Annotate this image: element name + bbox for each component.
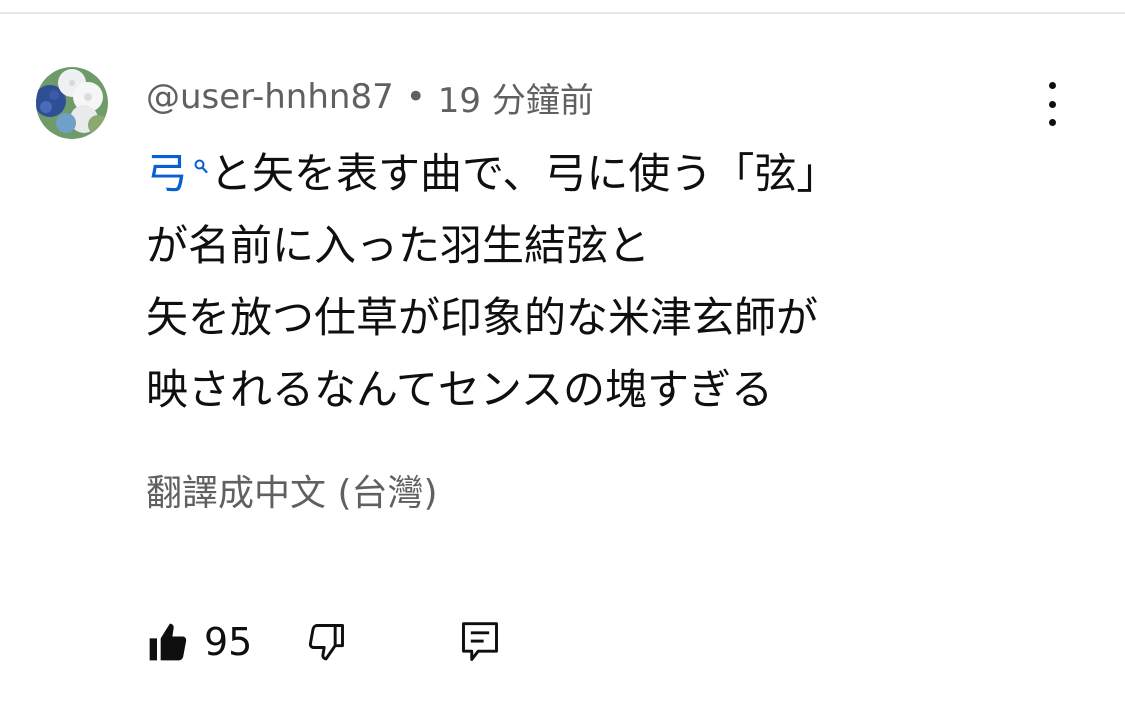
avatar[interactable] [36, 67, 108, 139]
like-count: 95 [204, 620, 253, 664]
search-icon [194, 159, 208, 174]
comment-text: 弓と矢を表す曲で、弓に使う「弦」 が名前に入った羽生結弦と 矢を放つ仕草が印象的… [146, 138, 1046, 426]
comment-reply-icon [462, 622, 499, 661]
comment-line-3: 矢を放つ仕草が印象的な米津玄師が [146, 293, 819, 342]
reply-button[interactable] [458, 618, 502, 666]
comment-actions: 95 [146, 612, 502, 672]
dislike-button[interactable] [304, 620, 348, 664]
thumbs-up-filled-icon [149, 623, 187, 661]
author-handle[interactable]: @user-hnhn87 [146, 77, 394, 117]
thumbs-down-outline-icon [309, 624, 345, 661]
search-term-link[interactable]: 弓 [146, 149, 210, 198]
comment-header: @user-hnhn87 • 19 分鐘前 [146, 72, 594, 122]
like-button[interactable]: 95 [146, 620, 252, 664]
more-vertical-icon [1048, 82, 1056, 89]
comment-line-1-text: と矢を表す曲で、弓に使う「弦」 [210, 149, 839, 198]
more-options-button[interactable] [1032, 82, 1072, 126]
top-divider [0, 12, 1125, 14]
comment-line-4: 映されるなんてセンスの塊すぎる [146, 365, 774, 414]
more-vertical-icon-dot [1048, 100, 1056, 108]
translate-button[interactable]: 翻譯成中文 (台灣) [146, 466, 438, 522]
comment-line-2: が名前に入った羽生結弦と [146, 221, 651, 270]
search-term-text: 弓 [146, 149, 189, 198]
avatar-flowers-image [36, 67, 108, 139]
header-separator: • [405, 77, 426, 117]
comment-timestamp[interactable]: 19 分鐘前 [438, 73, 594, 122]
comment-line-1: 弓と矢を表す曲で、弓に使う「弦」 [146, 138, 1046, 210]
more-vertical-icon-dot [1048, 119, 1056, 126]
